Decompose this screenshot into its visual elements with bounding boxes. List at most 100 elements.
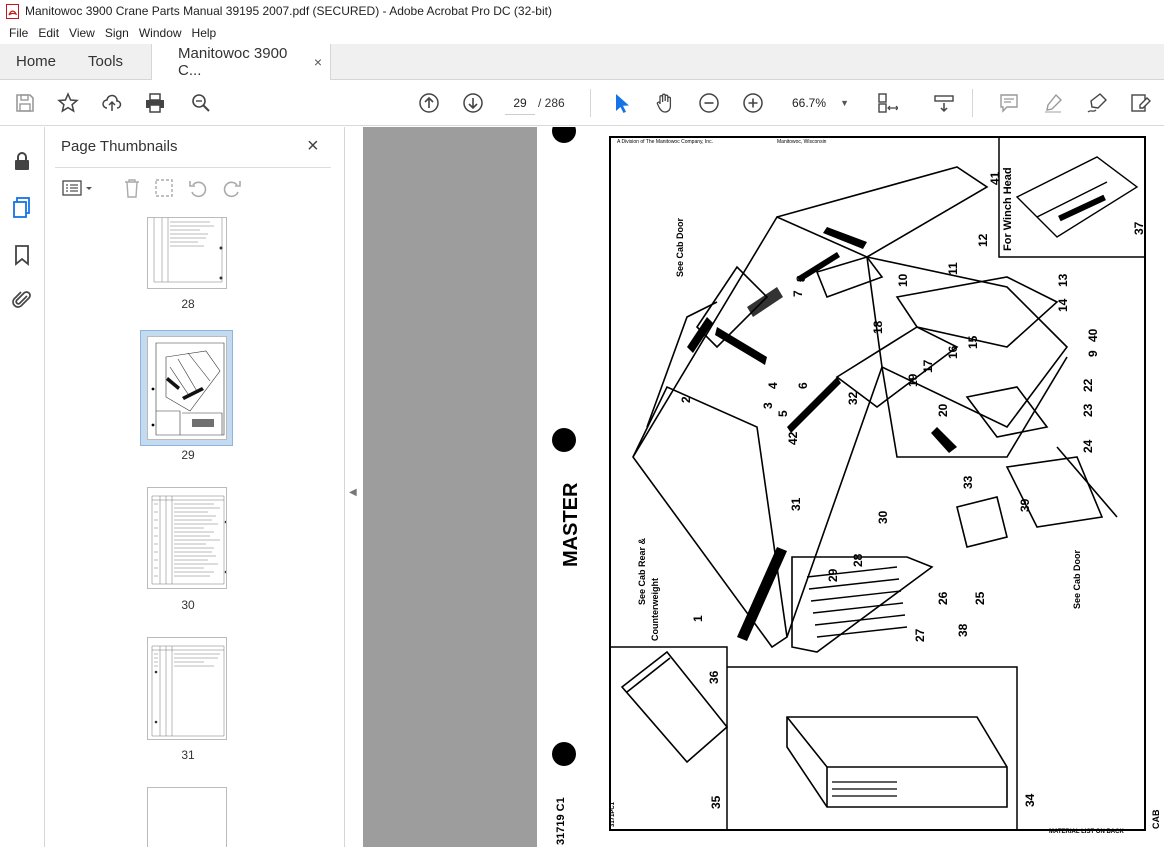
part-number: 10 [896, 273, 910, 287]
page-number-input[interactable]: 29 [505, 91, 535, 115]
rotate-ccw-icon[interactable] [187, 177, 209, 199]
thumbnails-panel: Page Thumbnails × 28 29 30 31 [45, 127, 381, 847]
part-number: 36 [707, 670, 721, 684]
part-number: 11 [946, 262, 960, 275]
thumbnail-page-32[interactable] [147, 787, 227, 847]
upload-icon[interactable] [100, 91, 124, 115]
part-number: 18 [871, 320, 885, 334]
page-thumbnails-icon[interactable] [10, 195, 34, 219]
note-see-cab-door-2: See Cab Door [1072, 549, 1082, 609]
part-number: 25 [973, 591, 987, 605]
bookmark-star-icon[interactable] [56, 91, 80, 115]
tab-document[interactable]: Manitowoc 3900 C... × [151, 44, 332, 80]
part-number: 6 [796, 382, 810, 389]
page-down-icon[interactable] [461, 91, 485, 115]
thumbnail-label-28: 28 [181, 297, 195, 311]
part-number: 28 [851, 553, 865, 567]
part-number: 30 [876, 510, 890, 524]
part-number: 16 [946, 345, 960, 359]
drawing-code-2: 31719 C1 [555, 797, 567, 845]
comment-icon[interactable] [997, 91, 1021, 115]
part-number: 15 [966, 335, 980, 349]
part-number: 17 [921, 359, 935, 373]
parts-drawing: A Division of The Manitowoc Company, Inc… [552, 127, 1161, 845]
hand-icon[interactable] [653, 91, 677, 115]
menu-file[interactable]: File [4, 26, 33, 40]
note-counterweight: Counterweight [650, 578, 660, 641]
page-total: / 286 [538, 96, 565, 110]
master-stamp: MASTER [560, 482, 582, 567]
part-number: 37 [1132, 221, 1146, 235]
title-bar: Manitowoc 3900 Crane Parts Manual 39195 … [0, 0, 1164, 22]
part-number: 39 [1018, 498, 1032, 512]
part-number: 20 [936, 403, 950, 417]
zoom-in-icon[interactable] [741, 91, 765, 115]
close-tab-icon[interactable]: × [314, 54, 322, 70]
page-layout-icon[interactable] [875, 91, 899, 115]
chevron-down-icon: ▼ [840, 98, 849, 108]
part-number: 12 [976, 233, 990, 247]
pdf-page: A Division of The Manitowoc Company, Inc… [537, 127, 1164, 847]
part-number: 7 [791, 290, 805, 297]
toolbar-divider [972, 89, 973, 117]
thumbnail-label-31: 31 [181, 748, 195, 762]
doc-header-right: Manitowoc, Wisconsin [777, 139, 827, 145]
page-up-icon[interactable] [417, 91, 441, 115]
cab-label: CAB [1151, 809, 1161, 829]
part-number: 27 [913, 628, 927, 642]
part-number: 4 [766, 382, 780, 389]
collapse-panel-icon[interactable]: ◀ [349, 487, 357, 498]
part-number: 9 [1086, 350, 1100, 357]
print-icon[interactable] [143, 91, 167, 115]
menu-edit[interactable]: Edit [33, 26, 64, 40]
select-arrow-icon[interactable] [609, 91, 633, 115]
tab-bar: Home Tools Manitowoc 3900 C... × [0, 44, 1164, 80]
extract-page-icon[interactable] [153, 177, 175, 199]
tab-document-label: Manitowoc 3900 C... [178, 45, 288, 79]
document-viewer[interactable]: A Division of The Manitowoc Company, Inc… [363, 127, 1164, 847]
part-number: 35 [709, 795, 723, 809]
material-list-note: MATERIAL LIST ON BACK [1049, 829, 1124, 835]
note-see-cab-rear: See Cab Rear & [637, 537, 647, 605]
part-number: 38 [956, 623, 970, 637]
left-rail [0, 127, 45, 847]
thumbnail-list: 28 29 30 31 [55, 217, 321, 847]
edit-icon[interactable] [1128, 91, 1152, 115]
thumbnail-page-31[interactable] [147, 637, 227, 740]
part-number: 5 [776, 410, 790, 417]
part-number: 3 [761, 402, 775, 409]
tab-home[interactable]: Home [0, 44, 72, 79]
thumbnail-toolbar [55, 175, 331, 203]
menu-sign[interactable]: Sign [100, 26, 134, 40]
sign-icon[interactable] [1085, 91, 1109, 115]
zoom-value: 66.7% [792, 96, 827, 110]
zoom-out-icon[interactable] [697, 91, 721, 115]
thumbnail-page-29[interactable] [147, 336, 227, 440]
tab-tools[interactable]: Tools [72, 44, 151, 79]
bookmark-icon[interactable] [10, 243, 34, 267]
search-zoom-icon[interactable] [189, 91, 213, 115]
toolbar: 29 / 286 66.7% ▼ [0, 80, 1164, 126]
rotate-cw-icon[interactable] [221, 177, 243, 199]
attachment-icon[interactable] [10, 288, 34, 312]
part-number: 41 [988, 171, 1002, 185]
zoom-select[interactable]: 66.7% ▼ [785, 91, 855, 115]
lock-icon[interactable] [10, 149, 34, 173]
thumbnail-options-icon[interactable] [61, 177, 95, 199]
menu-window[interactable]: Window [134, 26, 187, 40]
thumbnail-label-30: 30 [181, 598, 195, 612]
save-icon[interactable] [13, 91, 37, 115]
delete-page-icon[interactable] [121, 177, 143, 199]
note-see-cab-door: See Cab Door [675, 217, 685, 277]
close-panel-icon[interactable]: × [307, 135, 319, 158]
thumbnail-page-30[interactable] [147, 487, 227, 589]
menu-help[interactable]: Help [187, 26, 222, 40]
window-title: Manitowoc 3900 Crane Parts Manual 39195 … [25, 4, 552, 18]
panel-title: Page Thumbnails [61, 138, 178, 155]
scroll-mode-icon[interactable] [932, 91, 956, 115]
panel-divider [55, 167, 331, 168]
thumbnail-page-28[interactable] [147, 217, 227, 289]
highlight-icon[interactable] [1041, 91, 1065, 115]
note-winch-head: For Winch Head [1002, 167, 1014, 251]
menu-view[interactable]: View [64, 26, 100, 40]
